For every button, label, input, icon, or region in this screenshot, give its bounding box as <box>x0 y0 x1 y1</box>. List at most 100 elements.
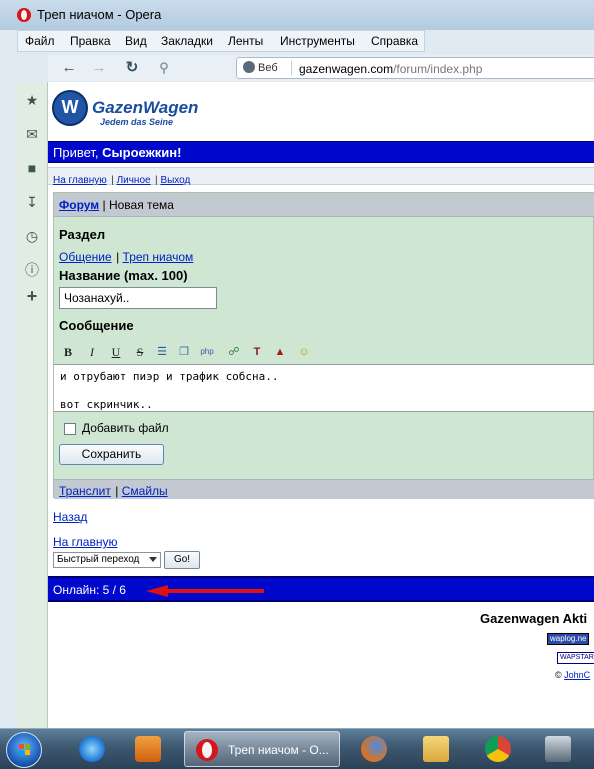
copyright: © JohnC <box>555 670 590 680</box>
add-icon[interactable]: + <box>24 287 40 305</box>
new-topic-form: Форум | Новая тема Раздел Общение | Треп… <box>53 192 594 499</box>
nav-logout-link[interactable]: Выход <box>160 175 190 186</box>
taskbar-firefox[interactable] <box>350 731 400 767</box>
greeting-bar: Привет, Сыроежкин! <box>48 141 594 163</box>
message-label: Сообщение <box>59 318 134 333</box>
home-link[interactable]: На главную <box>53 535 117 549</box>
url-path: /forum/index.php <box>393 62 483 76</box>
taskbar-opera-active[interactable]: Треп ниачом - О... <box>184 731 340 767</box>
category-link-chat[interactable]: Треп ниачом <box>123 250 194 264</box>
windows-logo-icon <box>19 744 30 755</box>
menu-tools[interactable]: Инструменты <box>280 34 355 48</box>
nav-personal-link[interactable]: Личное <box>117 175 151 186</box>
logo-slogan: Jedem das Seine <box>100 117 174 127</box>
taskbar-app[interactable] <box>534 731 584 767</box>
star-icon[interactable]: ★ <box>24 92 40 108</box>
list-icon[interactable]: ☰ <box>153 343 171 361</box>
media-player-icon <box>135 736 161 762</box>
breadcrumb-forum-link[interactable]: Форум <box>59 198 99 212</box>
attach-file-checkbox[interactable] <box>64 423 76 435</box>
waplog-counter[interactable]: waplog.ne <box>547 633 590 645</box>
online-bar: Онлайн: 5 / 6 <box>48 576 594 602</box>
menu-feeds[interactable]: Ленты <box>228 34 263 48</box>
go-button[interactable]: Go! <box>164 551 200 569</box>
copyright-author-link[interactable]: JohnC <box>564 670 590 680</box>
message-line: и отрубают пиэр и трафик собсна.. <box>60 370 279 383</box>
menu-view[interactable]: Вид <box>125 34 147 48</box>
taskbar-chrome[interactable] <box>474 731 524 767</box>
firefox-icon <box>361 736 387 762</box>
web-badge[interactable]: Веб <box>243 61 278 74</box>
menu-edit[interactable]: Правка <box>70 34 111 48</box>
menu-bookmarks[interactable]: Закладки <box>161 34 213 48</box>
bold-icon[interactable]: B <box>59 343 77 361</box>
breadcrumb-current: Новая тема <box>108 198 174 212</box>
underline-icon[interactable]: U <box>107 343 125 361</box>
menu-help[interactable]: Справка <box>371 34 418 48</box>
url-host: gazenwagen.com <box>299 62 394 76</box>
smiley-icon[interactable]: ☺ <box>295 343 313 361</box>
side-panel: ★ ✉ ■ ↧ ◷ ⓘ + <box>17 82 48 728</box>
site-logo[interactable]: GazenWagen Jedem das Seine <box>52 88 198 128</box>
strikethrough-icon[interactable]: S <box>131 343 149 361</box>
info-icon[interactable]: ⓘ <box>24 262 40 278</box>
reload-icon[interactable]: ↻ <box>122 58 142 78</box>
nav-home-link[interactable]: На главную <box>53 175 107 186</box>
address-bar[interactable]: Веб gazenwagen.com/forum/index.php <box>236 57 594 79</box>
forward-arrow-icon[interactable]: → <box>89 58 109 78</box>
globe-icon <box>243 61 255 73</box>
site-footer: Gazenwagen Akti waplog.ne WAPSTAR © John… <box>48 607 594 717</box>
format-toolbar: B I U S ☰ ❐ php ☍ T ▲ ☺ <box>59 343 329 361</box>
navigation-toolbar: ← → ↻ ⚲ Веб gazenwagen.com/forum/index.p… <box>48 55 594 81</box>
red-arrow-annotation <box>146 585 264 597</box>
greeting-user: Сыроежкин! <box>102 145 182 160</box>
greeting-text: Привет, Сыроежкин! <box>53 145 181 160</box>
download-icon[interactable]: ↧ <box>24 194 40 210</box>
quick-nav-select[interactable]: Быстрый переход <box>53 552 161 568</box>
taskbar-explorer[interactable] <box>412 731 462 767</box>
history-icon[interactable]: ◷ <box>24 228 40 244</box>
title-field-label: Название (max. 100) <box>59 268 188 283</box>
key-icon[interactable]: ⚲ <box>154 58 174 78</box>
category-link-general[interactable]: Общение <box>59 250 112 264</box>
web-badge-label: Веб <box>258 62 278 74</box>
logo-name: GazenWagen <box>92 98 199 117</box>
back-link[interactable]: Назад <box>53 510 87 524</box>
back-arrow-icon[interactable]: ← <box>59 58 79 78</box>
attach-file-label: Добавить файл <box>82 421 169 435</box>
italic-icon[interactable]: I <box>83 343 101 361</box>
folder-icon <box>423 736 449 762</box>
link-icon[interactable]: ☍ <box>225 343 243 361</box>
top-nav: На главную | Личное | Выход <box>48 167 594 186</box>
translit-link[interactable]: Транслит <box>59 484 111 498</box>
save-button[interactable]: Сохранить <box>59 444 164 465</box>
note-icon[interactable]: ■ <box>24 160 40 176</box>
taskbar-ie[interactable] <box>68 731 118 767</box>
address-url[interactable]: gazenwagen.com/forum/index.php <box>299 62 482 76</box>
internet-explorer-icon <box>79 736 105 762</box>
mail-icon[interactable]: ✉ <box>24 126 40 142</box>
start-button[interactable] <box>6 732 42 768</box>
greeting-prefix: Привет, <box>53 145 103 160</box>
breadcrumb: Форум | Новая тема <box>59 198 174 212</box>
title-bar[interactable]: Треп ниачом - Opera <box>0 0 594 30</box>
address-divider <box>291 61 292 75</box>
browser-window: Треп ниачом - Opera Файл Правка Вид Закл… <box>0 0 594 728</box>
message-textarea[interactable]: и отрубают пиэр и трафик собсна.. вот ск… <box>54 364 594 412</box>
menu-file[interactable]: Файл <box>25 34 55 48</box>
form-footer: Транслит | Смайлы <box>54 479 594 499</box>
taskbar-media-player[interactable] <box>124 731 174 767</box>
smileys-link[interactable]: Смайлы <box>122 484 168 498</box>
title-input[interactable]: Чозанахуй.. <box>59 287 217 309</box>
online-count: Онлайн: 5 / 6 <box>53 583 126 597</box>
background-color-icon[interactable]: ▲ <box>271 343 289 361</box>
section-categories: Общение | Треп ниачом <box>59 248 193 266</box>
quote-icon[interactable]: ❐ <box>175 343 193 361</box>
web-page: GazenWagen Jedem das Seine Привет, Сырое… <box>48 82 594 728</box>
opera-logo-icon <box>17 8 31 22</box>
php-icon[interactable]: php <box>198 343 216 361</box>
wapstar-counter[interactable]: WAPSTAR <box>557 652 594 664</box>
text-color-icon[interactable]: T <box>248 343 266 361</box>
message-line: вот скринчик.. <box>60 398 153 411</box>
opera-logo-icon <box>196 739 218 761</box>
